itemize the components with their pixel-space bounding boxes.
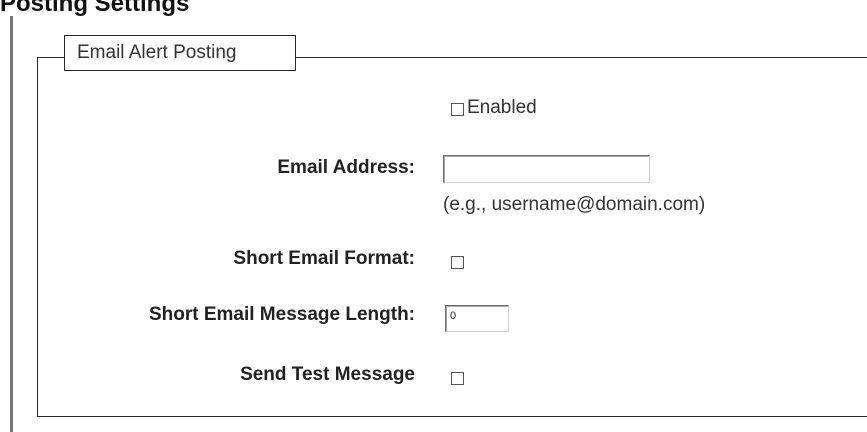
short-email-format-checkbox[interactable]	[451, 256, 464, 269]
page-title: Posting Settings	[0, 0, 190, 17]
left-rule	[10, 16, 13, 432]
send-test-message-checkbox[interactable]	[451, 372, 464, 385]
short-email-length-label: Short Email Message Length:	[148, 304, 415, 325]
enabled-checkbox[interactable]	[451, 103, 464, 116]
short-email-length-input[interactable]: 0	[445, 305, 509, 332]
short-email-format-label: Short Email Format:	[233, 248, 415, 269]
email-address-hint: (e.g., username@domain.com)	[443, 194, 706, 215]
email-address-input[interactable]	[443, 155, 650, 183]
enabled-label: Enabled	[467, 97, 537, 118]
posting-settings-page: Posting Settings Email Alert Posting Ena…	[0, 0, 867, 432]
email-address-label: Email Address:	[277, 157, 415, 178]
send-test-message-label: Send Test Message	[240, 364, 415, 385]
fieldset-legend: Email Alert Posting	[64, 35, 296, 71]
